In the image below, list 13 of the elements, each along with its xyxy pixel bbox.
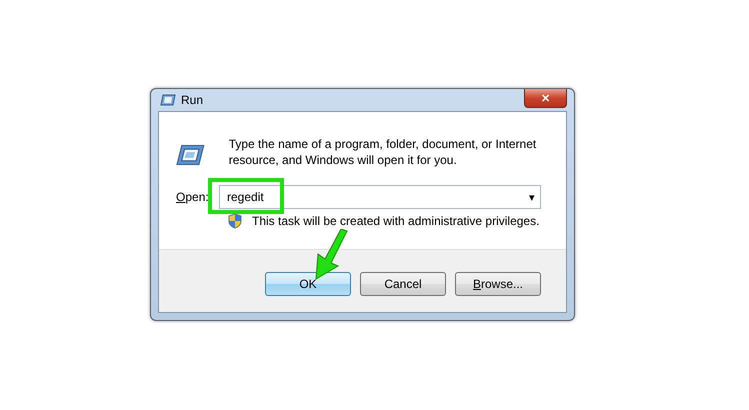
open-combobox[interactable]: regedit ▾ — [219, 185, 541, 209]
run-icon — [176, 144, 205, 166]
ok-button[interactable]: OK — [265, 272, 351, 296]
dropdown-arrow-icon[interactable]: ▾ — [529, 190, 535, 204]
close-button[interactable]: ✕ — [524, 89, 567, 108]
cancel-button[interactable]: Cancel — [360, 272, 446, 296]
window-title: Run — [181, 93, 204, 107]
open-label: Open: — [176, 190, 210, 204]
run-icon — [160, 94, 176, 106]
admin-note: This task will be created with administrative privileges. — [252, 214, 540, 228]
shield-icon — [228, 213, 242, 229]
instruction-text: Type the name of a program, folder, document, or Internet resource, and Windows will open it for you. — [228, 136, 538, 168]
browse-button[interactable]: Browse... — [455, 272, 541, 296]
